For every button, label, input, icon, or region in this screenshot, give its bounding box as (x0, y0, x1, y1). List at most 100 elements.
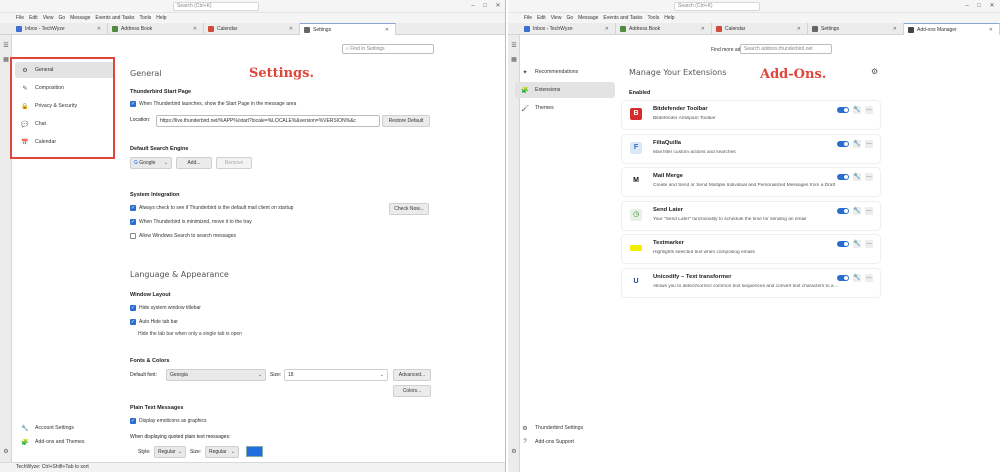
wrench-icon[interactable]: 🔧 (853, 139, 861, 148)
more-options-icon[interactable]: … (865, 106, 873, 114)
checkbox-row[interactable]: ✓ When Thunderbird is minimized, move it … (130, 219, 252, 225)
extension-enable-toggle[interactable] (837, 207, 849, 214)
settings-space-icon[interactable]: ⚙ (3, 449, 9, 455)
checkbox-icon[interactable]: ✓ (130, 205, 136, 211)
wrench-icon[interactable]: 🔧 (853, 173, 861, 181)
find-in-settings-input[interactable]: ⌕ Find in Settings (342, 44, 434, 54)
menu-item[interactable]: File (16, 15, 24, 21)
menu-item[interactable]: Events and Tasks (603, 15, 642, 21)
settings-space-icon[interactable]: ⚙ (511, 449, 517, 455)
emoticons-checkbox-row[interactable]: ✓ Display emoticons as graphics (130, 418, 207, 424)
checkbox-icon[interactable]: ✓ (130, 305, 136, 311)
close-icon[interactable]: ✕ (193, 26, 197, 32)
tab-address-book[interactable]: Address Book ✕ (108, 23, 204, 35)
more-options-icon[interactable]: … (865, 173, 873, 181)
tab-inbox-techwyze[interactable]: Inbox - TechWyze ✕ (12, 23, 108, 35)
menu-item[interactable]: Help (664, 15, 674, 21)
more-options-icon[interactable]: … (865, 240, 873, 248)
gear-icon[interactable]: ⚙ (871, 67, 878, 76)
menu-item[interactable]: Tools (648, 15, 660, 21)
menu-item[interactable]: View (43, 15, 54, 21)
address-book-space-icon[interactable]: ☰ (3, 43, 9, 49)
extension-enable-toggle[interactable] (837, 241, 849, 247)
extension-card[interactable]: F FiltaQuilla Mail filter custom actions a… (622, 134, 880, 163)
sidebar-item-add-ons-support[interactable]: ? Add-ons Support (515, 434, 615, 450)
sidebar-item-add-ons-and-themes[interactable]: 🧩 Add-ons and Themes (15, 434, 115, 450)
quote-style-select[interactable]: Regular ⌄ (154, 446, 186, 458)
close-icon[interactable]: ✕ (605, 26, 609, 32)
restore-default-button[interactable]: Restore Default (382, 115, 430, 127)
checkbox-icon[interactable]: ✓ (130, 418, 136, 424)
extension-card[interactable]: B Bitdefender Toolbar Bitdefender Antispam… (622, 101, 880, 129)
extension-card[interactable]: M Mail Merge Create and Send or Send Multi… (622, 168, 880, 196)
menu-item[interactable]: Tools (140, 15, 152, 21)
start-page-checkbox-row[interactable]: ✓ When Thunderbird launches, show the St… (130, 101, 296, 107)
more-options-icon[interactable]: … (865, 139, 873, 148)
default-font-select[interactable]: Georgia ⌄ (166, 369, 266, 381)
checkbox-row[interactable]: ✓ Hide system window titlebar (130, 305, 201, 311)
find-more-addons-input[interactable]: Search addons.thunderbird.net (740, 44, 832, 54)
extension-card[interactable]: U Unicodify – Text transformer Allows you … (622, 268, 880, 297)
quote-color-swatch[interactable] (246, 446, 263, 457)
minimize-icon[interactable]: – (963, 2, 971, 10)
sidebar-item-extensions[interactable]: 🧩 Extensions (515, 82, 615, 98)
menu-item[interactable]: Message (578, 15, 598, 21)
close-icon[interactable]: ✕ (988, 2, 996, 10)
wrench-icon[interactable]: 🔧 (853, 106, 861, 114)
maximize-icon[interactable]: □ (481, 2, 489, 10)
wrench-icon[interactable]: 🔧 (853, 273, 861, 282)
minimize-icon[interactable]: – (469, 2, 477, 10)
close-icon[interactable]: ✕ (289, 26, 293, 32)
add-search-engine-button[interactable]: Add... (176, 157, 212, 169)
tab-calendar[interactable]: Calendar ✕ (204, 23, 300, 35)
close-icon[interactable]: ✕ (385, 27, 389, 33)
wrench-icon[interactable]: 🔧 (853, 240, 861, 248)
menu-item[interactable]: Go (58, 15, 65, 21)
menu-item[interactable]: Edit (29, 15, 38, 21)
global-search-input[interactable]: Search (Ctrl+K) (674, 2, 760, 11)
maximize-icon[interactable]: □ (975, 2, 983, 10)
checkbox-icon[interactable]: ✓ (130, 101, 136, 107)
font-size-select[interactable]: 18 ⌄ (284, 369, 388, 381)
more-options-icon[interactable]: … (865, 206, 873, 215)
extension-card[interactable]: ◷ Send Later Your "Send Later" functionali… (622, 201, 880, 230)
checkbox-icon[interactable]: ✓ (130, 319, 136, 325)
tab-inbox-techwyze[interactable]: Inbox - TechWyze ✕ (520, 23, 616, 35)
checkbox-icon[interactable] (130, 233, 136, 239)
more-options-icon[interactable]: … (865, 273, 873, 282)
tab-calendar[interactable]: Calendar ✕ (712, 23, 808, 35)
checkbox-row[interactable]: ✓ Auto Hide tab bar (130, 319, 178, 325)
close-icon[interactable]: ✕ (701, 26, 705, 32)
extension-enable-toggle[interactable] (837, 107, 849, 113)
sidebar-item-recommendations[interactable]: ✦ Recommendations (515, 64, 615, 80)
menu-item[interactable]: Message (70, 15, 90, 21)
checkbox-icon[interactable]: ✓ (130, 219, 136, 225)
tab-address-book[interactable]: Address Book ✕ (616, 23, 712, 35)
close-icon[interactable]: ✕ (494, 2, 502, 10)
remove-search-engine-button[interactable]: Remove (216, 157, 252, 169)
menu-item[interactable]: View (551, 15, 562, 21)
extension-enable-toggle[interactable] (837, 140, 849, 147)
extension-enable-toggle[interactable] (837, 174, 849, 180)
tab-add-ons-manager[interactable]: Add-ons Manager ✕ (904, 23, 1000, 35)
close-icon[interactable]: ✕ (97, 26, 101, 32)
calendar-space-icon[interactable]: ▦ (511, 57, 517, 63)
extension-card[interactable]: Textmarker Highlights selected text when … (622, 235, 880, 263)
close-icon[interactable]: ✕ (893, 26, 897, 32)
checkbox-row[interactable]: Allow Windows Search to search messages (130, 233, 236, 239)
close-icon[interactable]: ✕ (797, 26, 801, 32)
advanced-fonts-button[interactable]: Advanced... (393, 369, 431, 381)
extension-enable-toggle[interactable] (837, 274, 849, 281)
menu-item[interactable]: Help (156, 15, 166, 21)
address-book-space-icon[interactable]: ☰ (511, 43, 517, 49)
menu-item[interactable]: Go (566, 15, 573, 21)
global-search-input[interactable]: Search (Ctrl+K) (173, 2, 259, 11)
checkbox-row[interactable]: ✓ Always check to see if Thunderbird is t… (130, 205, 293, 211)
sidebar-item-themes[interactable]: 🖌 Themes (515, 100, 615, 116)
menu-item[interactable]: File (524, 15, 532, 21)
close-icon[interactable]: ✕ (989, 27, 993, 33)
tab-settings[interactable]: Settings ✕ (300, 23, 396, 35)
search-engine-select[interactable]: G Google ⌄ (130, 157, 172, 169)
wrench-icon[interactable]: 🔧 (853, 206, 861, 215)
menu-item[interactable]: Events and Tasks (95, 15, 134, 21)
